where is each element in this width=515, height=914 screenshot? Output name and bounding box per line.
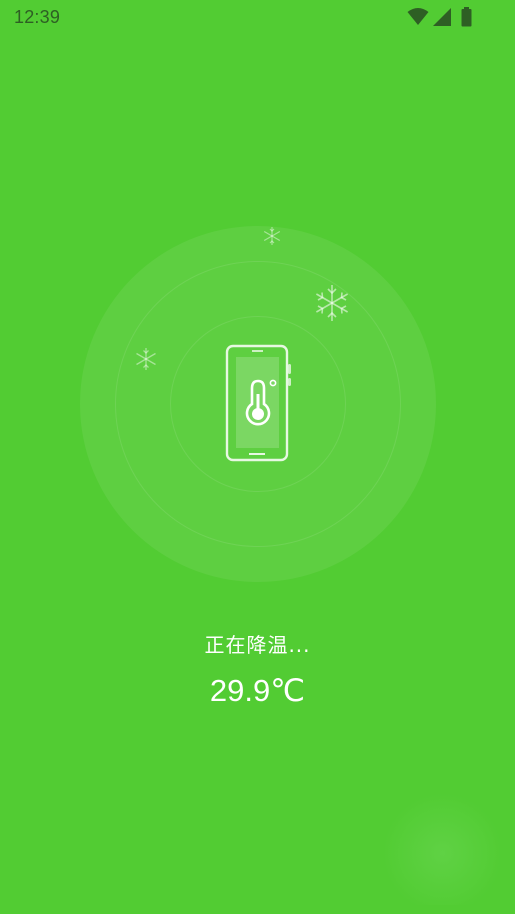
snowflake-icon [136,348,156,370]
corner-glow [385,790,500,905]
snowflake-icon [316,285,348,321]
cooling-screen: 12:39 正在降温... 29.9℃ [0,0,515,914]
cooling-animation [80,226,436,582]
status-bar: 12:39 [0,0,515,34]
cooling-status-text: 正在降温... [204,633,311,657]
battery-icon [461,7,472,27]
temperature-value: 29.9℃ [209,673,306,708]
status-time: 12:39 [14,7,61,27]
wifi-icon [407,8,429,25]
snowflake-icon [263,227,281,245]
status-icons [407,7,477,27]
phone-thermometer-icon [225,344,291,462]
cellular-signal-icon [433,8,451,26]
